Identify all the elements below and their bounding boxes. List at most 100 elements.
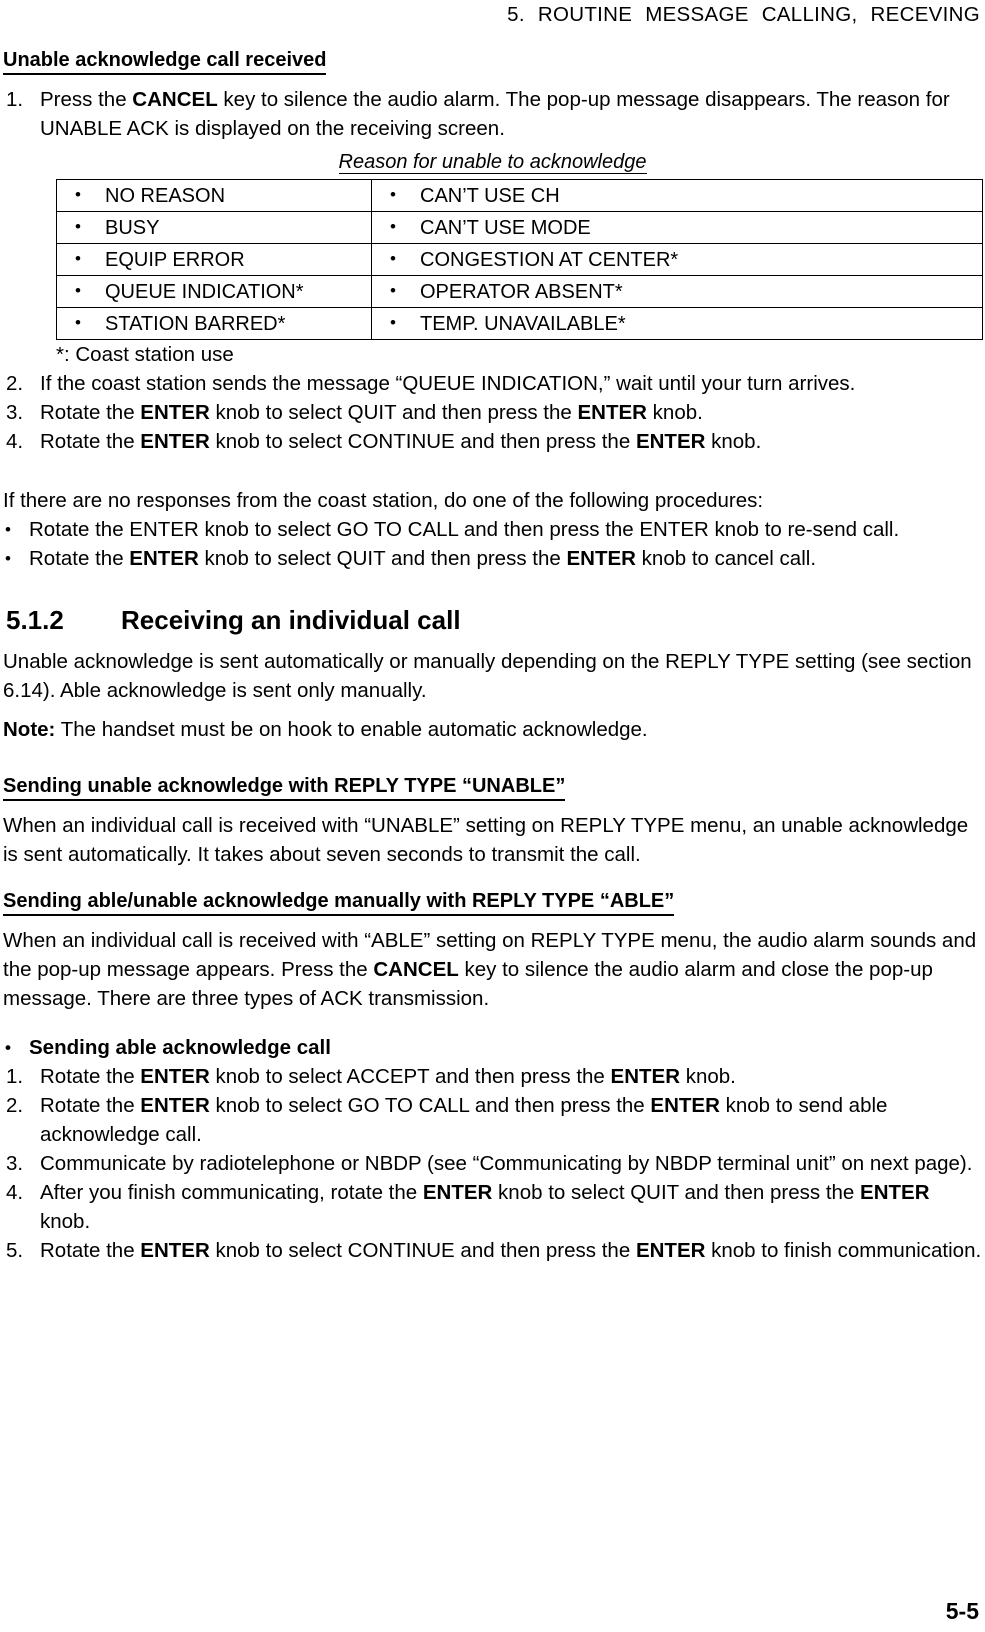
no-response-intro: If there are no responses from the coast…	[3, 489, 764, 512]
text-run: Communicate by radiotelephone or NBDP (s…	[40, 1152, 973, 1175]
text-run: If the coast station sends the message “…	[40, 372, 856, 395]
able-ack-bullet-heading-list: • Sending able acknowledge call	[3, 1033, 982, 1062]
table-cell: • CAN’T USE CH	[371, 179, 983, 212]
bullet-icon: •	[75, 184, 81, 204]
list-marker: 4.	[6, 1181, 24, 1204]
text-run: After you finish communicating, rotate t…	[40, 1181, 423, 1204]
list-item: 2. Rotate the ENTER knob to select GO TO…	[3, 1091, 982, 1149]
section-heading-unable-ack: Unable acknowledge call received	[3, 48, 982, 75]
table-cell-text: CAN’T USE MODE	[420, 216, 591, 239]
emphasis-run: ENTER	[577, 401, 647, 424]
table-row: • NO REASON • CAN’T USE CH	[56, 179, 983, 212]
bullet-icon: •	[390, 216, 396, 236]
text-run: knob to select ACCEPT and then press the	[209, 1065, 611, 1088]
table-cell-content: • EQUIP ERROR	[57, 245, 371, 275]
table-cell-content: • OPERATOR ABSENT*	[372, 277, 982, 307]
document-page: 5. ROUTINE MESSAGE CALLING, RECEVING Una…	[0, 0, 985, 1632]
list-marker: 3.	[6, 1152, 24, 1175]
note-label: Note:	[3, 718, 56, 741]
table-cell-content: • NO REASON	[57, 181, 371, 211]
table-cell: • CAN’T USE MODE	[371, 211, 983, 244]
bullet-icon: •	[390, 184, 396, 204]
text-run: knob.	[705, 430, 762, 453]
unable-ack-heading-text: Unable acknowledge call received	[3, 48, 327, 75]
list-item-text: If the coast station sends the message “…	[40, 372, 855, 395]
sub-heading-able-reply-type: Sending able/unable acknowledge manually…	[3, 889, 982, 916]
emphasis-run: ENTER	[422, 1181, 493, 1204]
table-cell: • EQUIP ERROR	[56, 243, 372, 276]
table-cell-content: • BUSY	[57, 213, 371, 243]
bullet-icon: •	[5, 1038, 11, 1057]
sub-heading-2-text: Sending able/unable acknowledge manually…	[3, 889, 675, 916]
text-run: Rotate the ENTER knob to select GO TO CA…	[29, 518, 900, 541]
bullet-icon: •	[75, 248, 81, 268]
table-cell-content: • CAN’T USE MODE	[372, 213, 982, 243]
table-cell-content: • CONGESTION AT CENTER*	[372, 245, 982, 275]
bullet-icon: •	[5, 520, 11, 539]
table-cell-text: QUEUE INDICATION*	[105, 280, 304, 303]
text-run: knob to select QUIT and then press the	[209, 401, 578, 424]
bullet-icon: •	[390, 248, 396, 268]
emphasis-run: ENTER	[650, 1094, 720, 1117]
list-item-text: Rotate the ENTER knob to select ACCEPT a…	[40, 1065, 736, 1088]
table-cell-text: NO REASON	[105, 184, 226, 207]
text-run: Rotate the	[40, 1065, 141, 1088]
table-cell-text: OPERATOR ABSENT*	[420, 280, 623, 303]
text-run: knob to finish communication.	[705, 1239, 982, 1262]
table-cell-content: • TEMP. UNAVAILABLE*	[372, 309, 982, 339]
table-row: • EQUIP ERROR • CONGESTION AT CENTER*	[56, 243, 983, 276]
table-cell-content: • STATION BARRED*	[57, 309, 371, 339]
text-run: knob to select QUIT and then press the	[198, 547, 567, 570]
table-row: • BUSY • CAN’T USE MODE	[56, 211, 983, 244]
emphasis-run: ENTER	[635, 430, 706, 453]
list-item-text: Rotate the ENTER knob to select QUIT and…	[40, 401, 703, 424]
list-marker: 4.	[6, 430, 24, 453]
table-caption-text: Reason for unable to acknowledge	[338, 151, 647, 174]
bullet-icon: •	[390, 280, 396, 300]
table-cell: • QUEUE INDICATION*	[56, 275, 372, 308]
table-cell-content: • QUEUE INDICATION*	[57, 277, 371, 307]
table-row: • STATION BARRED* • TEMP. UNAVAILABLE*	[56, 307, 983, 340]
text-run: Rotate the	[40, 430, 141, 453]
bullet-icon: •	[5, 549, 11, 568]
text-run: knob to select CONTINUE and then press t…	[209, 1239, 636, 1262]
text-run: knob.	[680, 1065, 736, 1088]
list-marker: 5.	[6, 1239, 24, 1262]
emphasis-run: ENTER	[140, 1239, 210, 1262]
list-marker: 3.	[6, 401, 24, 424]
list-item-text: Rotate the ENTER knob to select CONTINUE…	[40, 430, 761, 453]
list-item-text: Sending able acknowledge call	[29, 1036, 331, 1059]
list-item-text: After you finish communicating, rotate t…	[40, 1181, 930, 1233]
section-title: Receiving an individual call	[121, 605, 461, 635]
table-caption: Reason for unable to acknowledge	[3, 149, 982, 176]
note-paragraph: Note: The handset must be on hook to ena…	[3, 715, 982, 744]
sub-heading-unable-reply-type: Sending unable acknowledge with REPLY TY…	[3, 774, 982, 801]
emphasis-run: ENTER	[129, 547, 199, 570]
table-cell: • BUSY	[56, 211, 372, 244]
bullet-icon: •	[75, 280, 81, 300]
list-marker: 2.	[6, 372, 24, 395]
list-item: 4. Rotate the ENTER knob to select CONTI…	[3, 427, 982, 456]
sub1-body: When an individual call is received with…	[3, 814, 969, 866]
text-run: Rotate the	[40, 401, 141, 424]
list-item: 3. Communicate by radiotelephone or NBDP…	[3, 1149, 982, 1178]
running-header: 5. ROUTINE MESSAGE CALLING, RECEVING	[507, 3, 980, 26]
emphasis-run: ENTER	[860, 1181, 930, 1204]
list-item-text: Rotate the ENTER knob to select QUIT and…	[29, 547, 816, 570]
table-cell: • STATION BARRED*	[56, 307, 372, 340]
sub2-body: When an individual call is received with…	[3, 926, 982, 1013]
section-heading-5-1-2: 5.1.2 Receiving an individual call	[3, 603, 982, 637]
list-item-text: Rotate the ENTER knob to select GO TO CA…	[29, 518, 899, 541]
list-item: • Rotate the ENTER knob to select GO TO …	[3, 515, 982, 544]
list-item: 3. Rotate the ENTER knob to select QUIT …	[3, 398, 982, 427]
text-run: knob to cancel call.	[635, 547, 817, 570]
section-number: 5.1.2	[6, 605, 64, 635]
table-cell: • CONGESTION AT CENTER*	[371, 243, 983, 276]
emphasis-run: ENTER	[140, 401, 210, 424]
table-cell: • TEMP. UNAVAILABLE*	[371, 307, 983, 340]
text-run: Press the	[40, 88, 133, 111]
list-item: 1. Press the CANCEL key to silence the a…	[3, 85, 982, 143]
sub-heading-1-text: Sending unable acknowledge with REPLY TY…	[3, 774, 566, 801]
list-item: 1. Rotate the ENTER knob to select ACCEP…	[3, 1062, 982, 1091]
reason-table-body: • NO REASON • CAN’T USE CH • BUSY • CAN’T USE M…	[56, 179, 983, 340]
